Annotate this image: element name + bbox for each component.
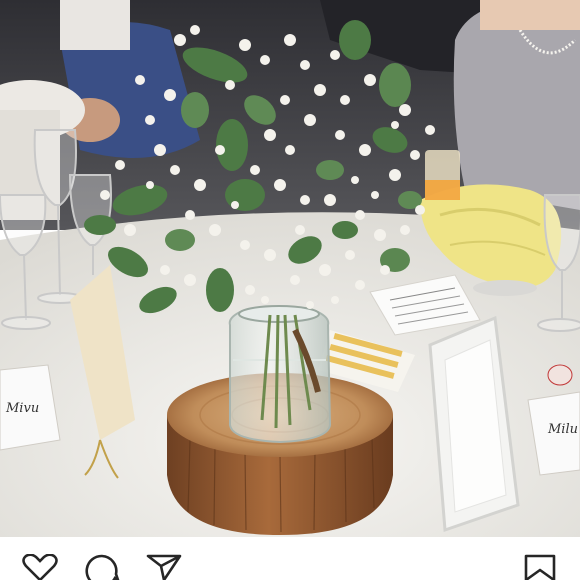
silver-plate [473, 280, 537, 296]
post-photo: Mivu Milu [0, 0, 580, 537]
send-icon [144, 554, 184, 580]
name-card-left-text: Mivu [5, 401, 39, 416]
share-button[interactable] [144, 554, 184, 580]
heart-icon [20, 554, 60, 580]
guest-top-shirt [60, 0, 130, 50]
comment-icon [82, 554, 122, 580]
comment-button[interactable] [82, 554, 122, 580]
name-card-right-text: Milu [547, 422, 578, 437]
small-cup [547, 364, 573, 386]
like-button[interactable] [20, 554, 60, 580]
save-button[interactable] [520, 554, 560, 580]
guest-right-dress [453, 0, 580, 210]
guest-right-neck [480, 0, 580, 30]
bookmark-icon [520, 554, 560, 580]
